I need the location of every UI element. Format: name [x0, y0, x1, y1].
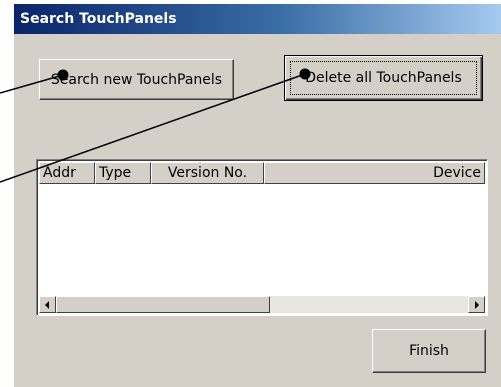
callout-line-search	[0, 74, 64, 94]
callout-line-delete	[0, 73, 306, 183]
callout-dot-search	[57, 69, 69, 81]
callout-overlay	[0, 68, 311, 183]
callout-dot-delete	[299, 68, 311, 80]
